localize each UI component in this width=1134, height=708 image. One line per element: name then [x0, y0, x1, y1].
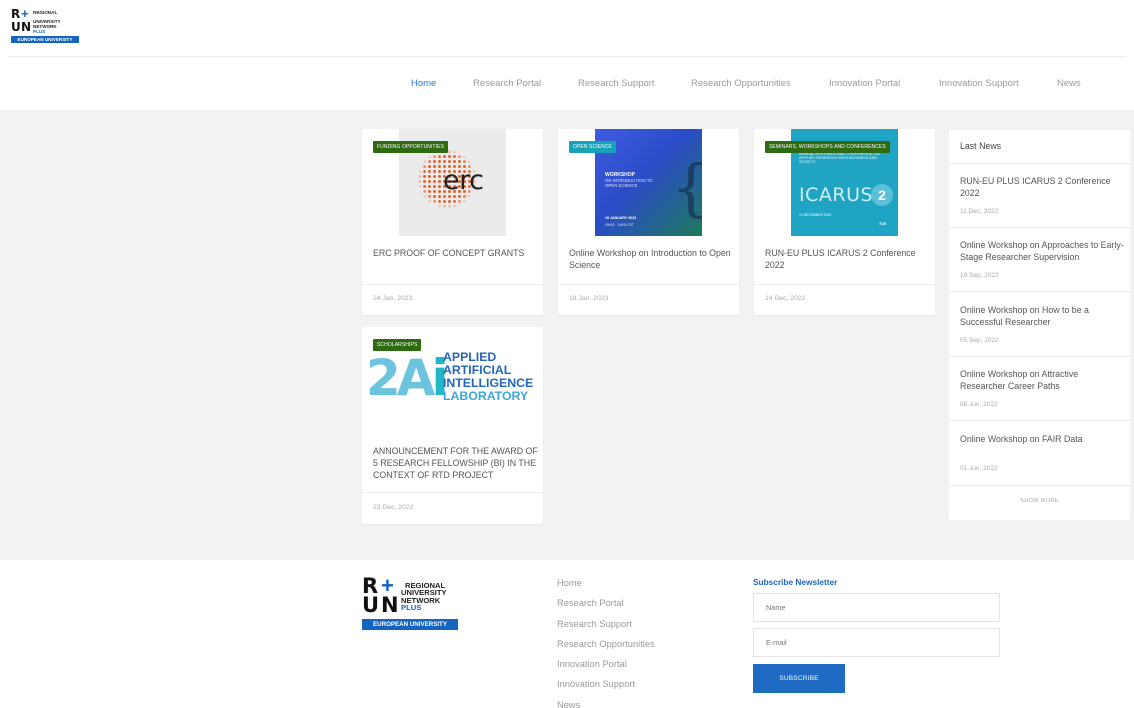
logo-text-line: PLUS [33, 28, 46, 34]
news-item-date: 19 Sep, 2022 [960, 272, 999, 279]
poster-number-badge: 2 [871, 184, 893, 206]
nav-innovation-support[interactable]: Innovation Support [939, 78, 1019, 89]
footer-link-research-opportunities[interactable]: Research Opportunities [557, 639, 655, 659]
news-divider [949, 420, 1130, 421]
logo-text: REGIONAL [33, 10, 58, 16]
news-divider [949, 485, 1130, 486]
news-divider [949, 356, 1130, 357]
logo-text: UNIVERSITY NETWORK PLUS [401, 588, 447, 613]
newsletter-name-input[interactable] [753, 593, 1000, 622]
poster-date: 14 DECEMBER 2022 [799, 213, 832, 217]
news-item-date: 01 Jun, 2022 [960, 465, 998, 472]
footer-link-research-portal[interactable]: Research Portal [557, 598, 655, 618]
logo-text-line: PLUS [401, 603, 422, 613]
card-divider [362, 492, 543, 493]
curly-brace-graphic: { [671, 151, 702, 224]
show-more-button[interactable]: SHOW MORE [949, 498, 1130, 504]
card-title[interactable]: Online Workshop on Introduction to Open … [569, 247, 734, 271]
newsletter-email-input[interactable] [753, 628, 1000, 657]
footer-link-innovation-support[interactable]: Innovation Support [557, 679, 655, 699]
nav-research-opportunities[interactable]: Research Opportunities [691, 78, 791, 89]
footer-link-innovation-portal[interactable]: Innovation Portal [557, 659, 655, 679]
category-tag[interactable]: SEMINARS, WORKSHOPS AND CONFERENCES [765, 141, 890, 153]
card-date: 18 Jan, 2023 [569, 295, 609, 302]
news-item-date: 08 Jun, 2022 [960, 401, 998, 408]
poster-date: 18 JANUARY 2023 [605, 216, 637, 220]
category-tag[interactable]: OPEN SCIENCE [569, 141, 616, 153]
poster-header: ANNUAL INTERNATIONAL CONFERENCE ON APPLI… [799, 152, 880, 165]
last-news-heading: Last News [960, 141, 1002, 151]
logo-letter-n: N [381, 593, 399, 617]
news-divider [949, 291, 1130, 292]
poster-title: ICARUS [799, 184, 874, 206]
news-divider [949, 163, 1130, 164]
erc-wordmark: erc [443, 165, 484, 196]
news-item-title[interactable]: Online Workshop on Approaches to Early-S… [960, 239, 1125, 263]
footer-link-news[interactable]: News [557, 700, 655, 708]
footer-logo[interactable]: R + REGIONAL U N UNIVERSITY NETWORK PLUS… [362, 575, 458, 630]
nav-research-support[interactable]: Research Support [578, 78, 655, 89]
header-divider [8, 56, 1126, 57]
logo-european-university-band: EUROPEAN UNIVERSITY [362, 619, 458, 630]
nav-home[interactable]: Home [411, 78, 436, 89]
logo-text-line: REGIONAL [33, 10, 58, 16]
news-card[interactable]: ANNUAL INTERNATIONAL CONFERENCE ON APPLI… [754, 129, 935, 315]
logo-european-university-band: EUROPEAN UNIVERSITY [11, 36, 79, 44]
logo-line: LABORATORY [443, 389, 529, 403]
logo-letter-r: R [11, 6, 21, 21]
card-divider [362, 284, 543, 285]
card-title[interactable]: ANNOUNCEMENT FOR THE AWARD OF 5 RESEARCH… [373, 445, 538, 481]
nav-news[interactable]: News [1057, 78, 1081, 89]
2ai-logo-mark: 2Ai [366, 349, 449, 407]
news-item-title[interactable]: Online Workshop on How to be a Successfu… [960, 304, 1125, 328]
news-card[interactable]: 2Ai APPLIED ARTIFICIAL INTELLIGENCE LABO… [362, 327, 543, 524]
site-logo[interactable]: R + REGIONAL U N UNIVERSITY NETWORK PLUS… [11, 6, 81, 44]
news-item-title[interactable]: Online Workshop on Attractive Researcher… [960, 368, 1125, 392]
last-news-panel: Last News RUN-EU PLUS ICARUS 2 Conferenc… [949, 130, 1130, 520]
logo-letter-u: U [362, 593, 380, 617]
news-item-date: 05 Sep, 2022 [960, 337, 999, 344]
card-title[interactable]: ERC PROOF OF CONCEPT GRANTS [373, 247, 538, 259]
poster-subtitle: ON INTRODUCTION TO OPEN SCIENCE [605, 178, 653, 188]
logo-letter-u: U [11, 20, 21, 35]
card-date: 24 Jan, 2023 [373, 295, 413, 302]
news-item-title[interactable]: RUN-EU PLUS ICARUS 2 Conference 2022 [960, 175, 1125, 199]
logo-plus-icon: + [21, 6, 29, 21]
category-tag[interactable]: FUNDING OPPORTUNITIES [373, 141, 449, 153]
card-title[interactable]: RUN-EU PLUS ICARUS 2 Conference 2022 [765, 247, 930, 271]
2ai-logo-text: APPLIED ARTIFICIAL INTELLIGENCE LABORATO… [443, 351, 533, 403]
news-card[interactable]: erc FUNDING OPPORTUNITIES ERC PROOF OF C… [362, 129, 543, 315]
news-item-title[interactable]: Online Workshop on FAIR Data [960, 433, 1125, 445]
news-card[interactable]: WORKSHOP ON INTRODUCTION TO OPEN SCIENCE… [558, 129, 739, 315]
logo-text: UNIVERSITY NETWORK PLUS [33, 19, 61, 34]
subscribe-button[interactable]: SUBSCRIBE [753, 664, 845, 693]
card-image[interactable]: 2Ai APPLIED ARTIFICIAL INTELLIGENCE LABO… [366, 347, 540, 412]
category-tag[interactable]: SCHOLARSHIPS [373, 339, 422, 351]
footer-links: Home Research Portal Research Support Re… [557, 578, 655, 708]
tus-logo: TUS [879, 222, 887, 226]
main-nav: Home Research Portal Research Support Re… [0, 78, 1134, 92]
2ai-mark: 2A [366, 349, 435, 407]
logo-letter-n: N [21, 20, 32, 35]
card-divider [558, 284, 739, 285]
nav-innovation-portal[interactable]: Innovation Portal [829, 78, 900, 89]
card-date: 23 Dec, 2022 [373, 504, 414, 511]
footer-link-home[interactable]: Home [557, 578, 655, 598]
card-date: 14 Dec, 2022 [765, 295, 806, 302]
poster-time: 09H00 - 14H30 CET [605, 223, 634, 227]
news-item-date: 11 Dec, 2022 [960, 208, 999, 215]
footer-link-research-support[interactable]: Research Support [557, 619, 655, 639]
news-divider [949, 227, 1130, 228]
nav-research-portal[interactable]: Research Portal [473, 78, 541, 89]
card-divider [754, 284, 935, 285]
newsletter-title: Subscribe Newsletter [753, 577, 838, 587]
